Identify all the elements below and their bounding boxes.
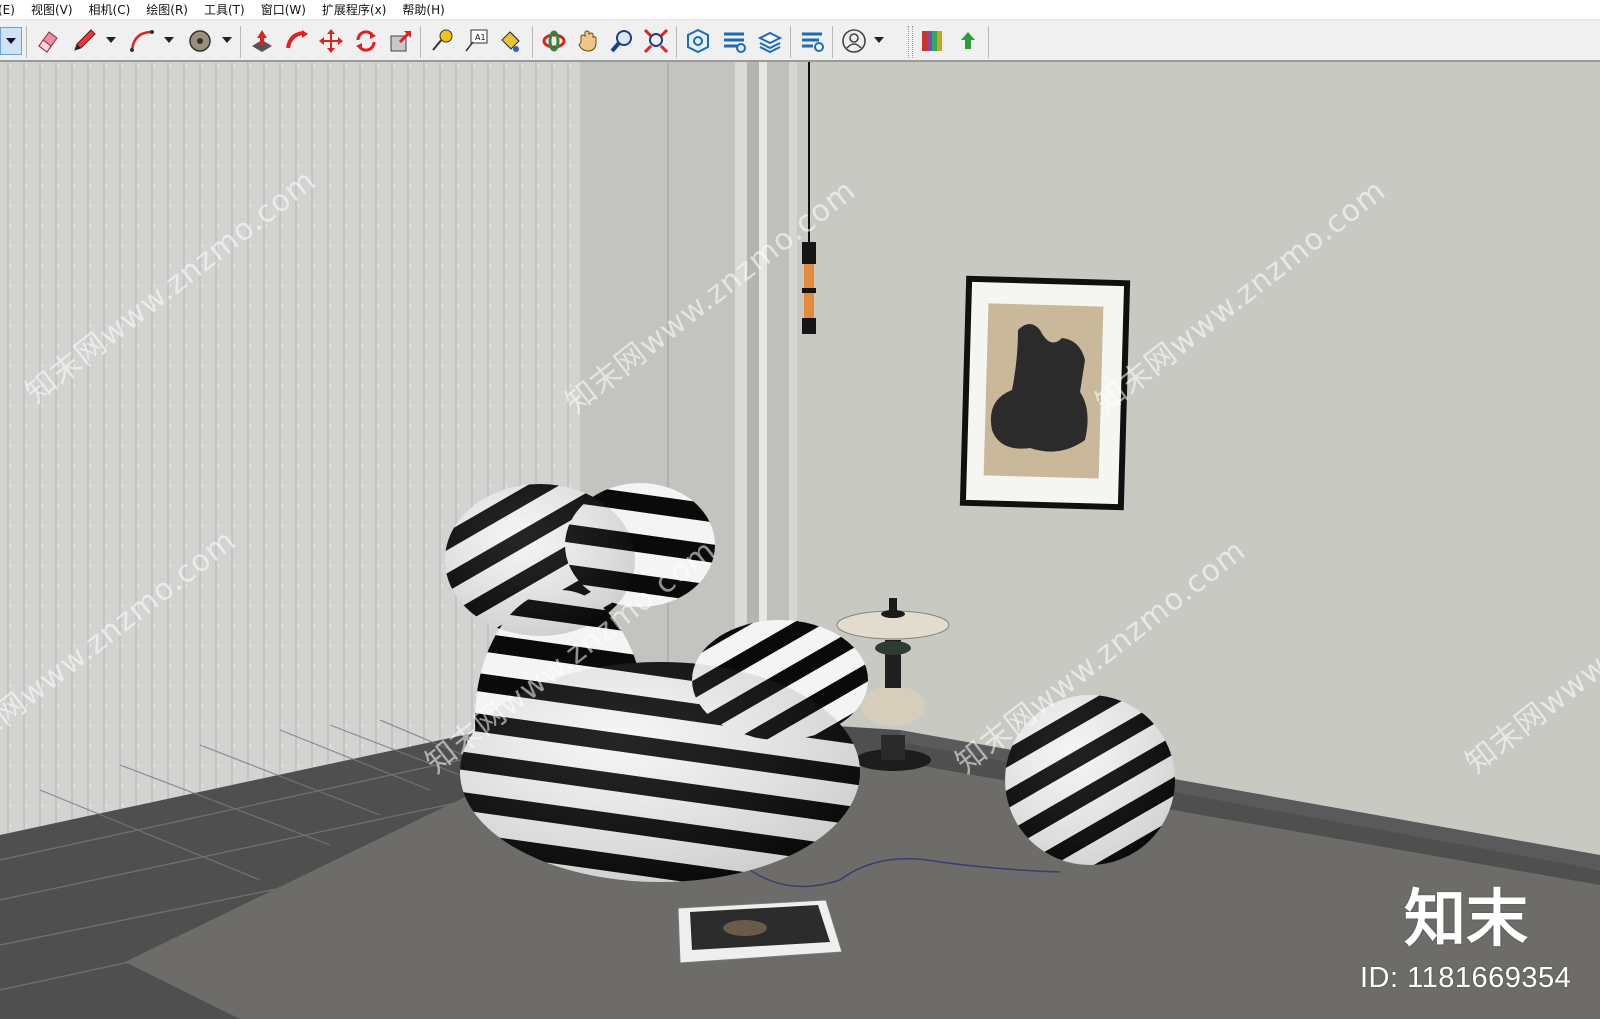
layer-manager-icon[interactable]: [756, 27, 784, 55]
color-palette-icon[interactable]: [918, 27, 946, 55]
orbit-icon[interactable]: [540, 27, 568, 55]
circle-icon[interactable]: [186, 27, 214, 55]
push-pull-icon[interactable]: [248, 27, 276, 55]
rotate-icon[interactable]: [352, 27, 380, 55]
zoom-icon[interactable]: [608, 27, 636, 55]
scale-icon[interactable]: [387, 27, 415, 55]
menu-view[interactable]: 视图(V): [23, 1, 81, 18]
pan-hand-icon[interactable]: [574, 27, 602, 55]
menu-tools[interactable]: 工具(T): [196, 1, 253, 18]
text-label-icon[interactable]: A1: [462, 27, 490, 55]
pencil-line-icon[interactable]: [70, 27, 98, 55]
menu-extensions[interactable]: 扩展程序(x): [314, 1, 394, 18]
modeling-viewport[interactable]: 知末网www.znzmo.com 知末网www.znzmo.com 知末网www…: [0, 62, 1600, 1019]
zoom-extents-icon[interactable]: [642, 27, 670, 55]
text-tool-label: A1: [475, 33, 486, 42]
menu-help[interactable]: 帮助(H): [394, 1, 452, 18]
warehouse-icon[interactable]: [684, 27, 712, 55]
tape-measure-icon[interactable]: [428, 27, 456, 55]
upload-arrow-icon[interactable]: [954, 27, 982, 55]
account-icon[interactable]: [840, 27, 868, 55]
arc-icon[interactable]: [128, 27, 156, 55]
menu-draw[interactable]: 绘图(R): [138, 1, 196, 18]
menu-window[interactable]: 窗口(W): [253, 1, 314, 18]
select-dropdown-icon[interactable]: [0, 27, 22, 55]
menu-bar: (E) 视图(V) 相机(C) 绘图(R) 工具(T) 窗口(W) 扩展程序(x…: [0, 0, 1600, 20]
main-toolbar: A1: [0, 20, 1600, 62]
menu-camera[interactable]: 相机(C): [81, 1, 139, 18]
menu-edit[interactable]: (E): [0, 3, 23, 17]
site-logo: 知末: [1404, 882, 1529, 955]
extension-settings-icon[interactable]: [798, 27, 826, 55]
follow-me-icon[interactable]: [283, 27, 311, 55]
move-icon[interactable]: [317, 27, 345, 55]
model-id-label: ID: 1181669354: [1360, 962, 1572, 994]
paint-bucket-icon[interactable]: [496, 27, 524, 55]
eraser-icon[interactable]: [34, 27, 62, 55]
extension-warehouse-icon[interactable]: [720, 27, 748, 55]
